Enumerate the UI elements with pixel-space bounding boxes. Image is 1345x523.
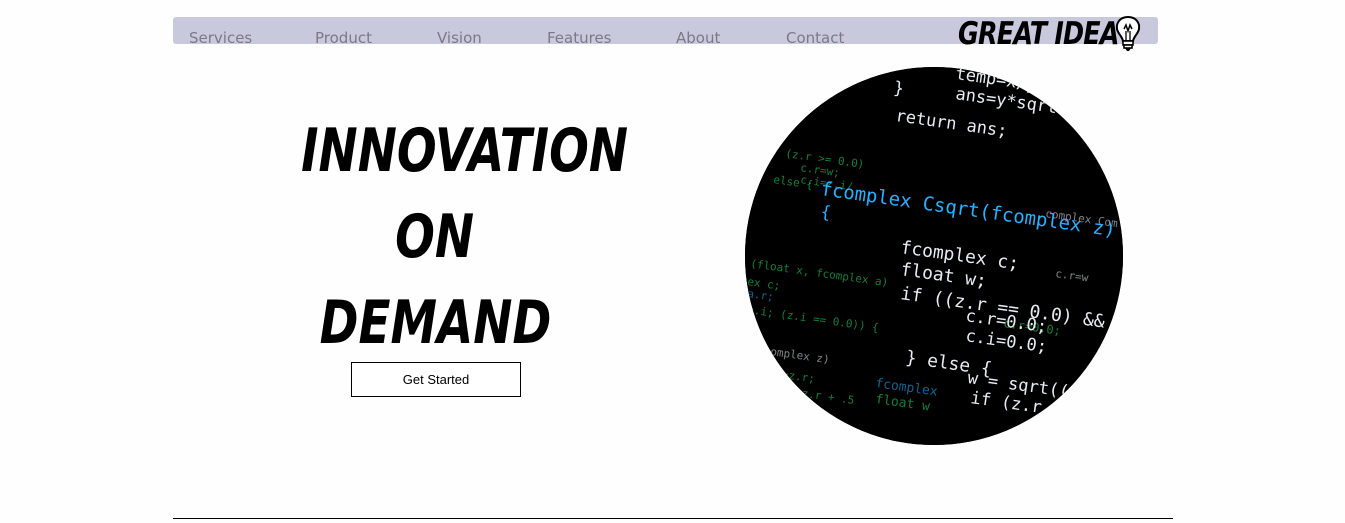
footer-divider xyxy=(173,518,1173,519)
nav-item-product[interactable]: Product xyxy=(315,29,372,47)
lightbulb-icon xyxy=(1115,15,1141,51)
nav-item-contact[interactable]: Contact xyxy=(786,29,844,47)
get-started-button[interactable]: Get Started xyxy=(351,362,521,397)
hero-headline: INNOVATION ON DEMAND xyxy=(255,108,628,366)
headline-line-3: DEMAND xyxy=(319,288,551,358)
nav-item-about[interactable]: About xyxy=(676,29,720,47)
site-logo[interactable]: GREAT IDEA xyxy=(958,14,1154,54)
nav-item-features[interactable]: Features xyxy=(547,29,612,47)
nav-item-services[interactable]: Services xyxy=(189,29,252,47)
code-image: (z.r >= 0.0) c.r=w; c.i=z.i/else {(float x… xyxy=(745,67,1123,445)
logo-text: GREAT IDEA xyxy=(958,16,1119,52)
code-image-graphic: (z.r >= 0.0)c.r=w;c.i=z.i/else {(float x… xyxy=(745,67,1123,445)
headline-line-1: INNOVATION xyxy=(301,116,629,186)
nav-item-vision[interactable]: Vision xyxy=(437,29,482,47)
headline-line-2: ON xyxy=(395,202,475,272)
